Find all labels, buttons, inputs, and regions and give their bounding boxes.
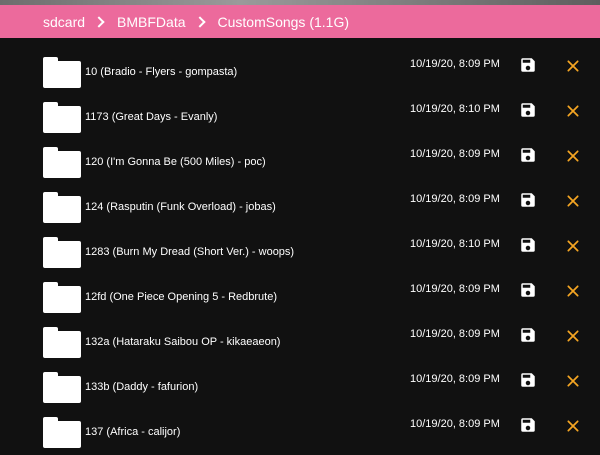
- list-item[interactable]: 120 (I'm Gonna Be (500 Miles) - poc) 10/…: [0, 134, 600, 179]
- list-item[interactable]: 133b (Daddy - fafurion) 10/19/20, 8:09 P…: [0, 359, 600, 404]
- list-item[interactable]: 12fd (One Piece Opening 5 - Redbrute) 10…: [0, 269, 600, 314]
- close-icon[interactable]: [565, 148, 581, 164]
- folder-name: 1283 (Burn My Dread (Short Ver.) - woops…: [85, 246, 295, 258]
- folder-name: 1173 (Great Days - Evanly): [85, 111, 218, 123]
- list-item[interactable]: 10 (Bradio - Flyers - gompasta) 10/19/20…: [0, 44, 600, 89]
- modified-date: 10/19/20, 8:09 PM: [410, 328, 500, 340]
- save-icon[interactable]: [519, 56, 537, 74]
- modified-date: 10/19/20, 8:09 PM: [410, 193, 500, 205]
- folder-icon: [43, 417, 81, 448]
- list-item[interactable]: 1173 (Great Days - Evanly) 10/19/20, 8:1…: [0, 89, 600, 134]
- modified-date: 10/19/20, 8:10 PM: [410, 238, 500, 250]
- modified-date: 10/19/20, 8:09 PM: [410, 373, 500, 385]
- breadcrumb-item-customsongs: CustomSongs (1.1G): [217, 13, 350, 30]
- folder-name: 132a (Hataraku Saibou OP - kikaeaeon): [85, 336, 281, 348]
- list-item[interactable]: 132a (Hataraku Saibou OP - kikaeaeon) 10…: [0, 314, 600, 359]
- save-icon[interactable]: [519, 281, 537, 299]
- list-item[interactable]: 1283 (Burn My Dread (Short Ver.) - woops…: [0, 224, 600, 269]
- folder-icon: [43, 237, 81, 268]
- folder-name: 137 (Africa - calijor): [85, 426, 181, 438]
- folder-name: 12fd (One Piece Opening 5 - Redbrute): [85, 291, 278, 303]
- save-icon[interactable]: [519, 236, 537, 254]
- close-icon[interactable]: [565, 58, 581, 74]
- close-icon[interactable]: [565, 193, 581, 209]
- folder-icon: [43, 282, 81, 313]
- close-icon[interactable]: [565, 328, 581, 344]
- save-icon[interactable]: [519, 146, 537, 164]
- folder-icon: [43, 57, 81, 88]
- close-icon[interactable]: [565, 103, 581, 119]
- save-icon[interactable]: [519, 371, 537, 389]
- folder-list: 10 (Bradio - Flyers - gompasta) 10/19/20…: [0, 44, 600, 449]
- list-item[interactable]: 124 (Rasputin (Funk Overload) - jobas) 1…: [0, 179, 600, 224]
- breadcrumb: sdcard BMBFData CustomSongs (1.1G): [0, 5, 600, 38]
- folder-icon: [43, 147, 81, 178]
- save-icon[interactable]: [519, 191, 537, 209]
- modified-date: 10/19/20, 8:09 PM: [410, 283, 500, 295]
- folder-icon: [43, 372, 81, 403]
- modified-date: 10/19/20, 8:09 PM: [410, 58, 500, 70]
- close-icon[interactable]: [565, 238, 581, 254]
- folder-icon: [43, 327, 81, 358]
- close-icon[interactable]: [565, 418, 581, 434]
- folder-icon: [43, 192, 81, 223]
- modified-date: 10/19/20, 8:09 PM: [410, 148, 500, 160]
- chevron-right-icon: [193, 15, 206, 28]
- close-icon[interactable]: [565, 283, 581, 299]
- folder-name: 10 (Bradio - Flyers - gompasta): [85, 66, 238, 78]
- folder-name: 124 (Rasputin (Funk Overload) - jobas): [85, 201, 276, 213]
- folder-icon: [43, 102, 81, 133]
- modified-date: 10/19/20, 8:09 PM: [410, 418, 500, 430]
- save-icon[interactable]: [519, 101, 537, 119]
- close-icon[interactable]: [565, 373, 581, 389]
- save-icon[interactable]: [519, 326, 537, 344]
- breadcrumb-item-bmbfdata[interactable]: BMBFData: [117, 14, 185, 30]
- save-icon[interactable]: [519, 416, 537, 434]
- modified-date: 10/19/20, 8:10 PM: [410, 103, 500, 115]
- folder-name: 133b (Daddy - fafurion): [85, 381, 199, 393]
- breadcrumb-item-sdcard[interactable]: sdcard: [43, 14, 85, 30]
- chevron-right-icon: [93, 15, 105, 28]
- list-item[interactable]: 137 (Africa - calijor) 10/19/20, 8:09 PM: [0, 404, 600, 449]
- folder-name: 120 (I'm Gonna Be (500 Miles) - poc): [85, 156, 266, 168]
